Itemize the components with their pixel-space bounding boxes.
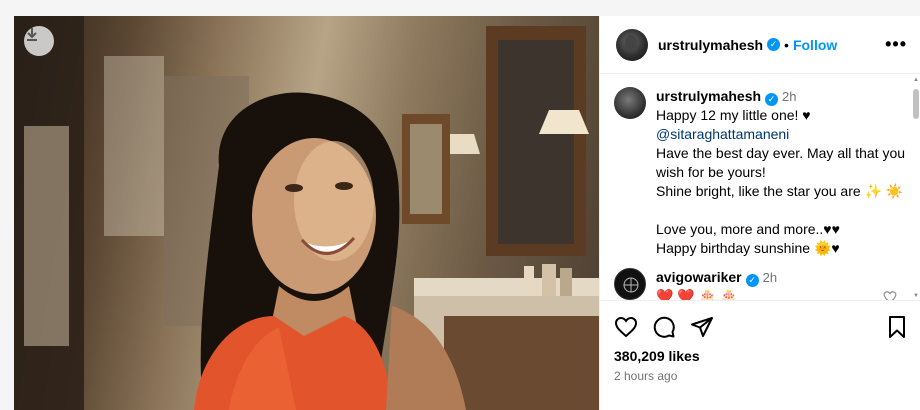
bookmark-icon[interactable] <box>885 315 909 339</box>
action-icons <box>614 315 714 339</box>
comment-icon[interactable] <box>652 315 676 339</box>
caption-line: Happy 12 my little one! ♥ <box>656 107 811 123</box>
post-photo[interactable] <box>14 16 599 410</box>
caption-line: Happy birthday sunshine 🌞♥ <box>656 240 840 256</box>
comment-username[interactable]: avigowariker <box>656 269 742 285</box>
caption-line: Shine bright, like the star you are ✨ ☀️ <box>656 183 904 199</box>
post-side-panel: urstrulymahesh ✓ • Follow ••• urstrulyma… <box>599 16 920 410</box>
heart-icon[interactable] <box>614 315 638 339</box>
caption-line: Have the best day ever. May all that you… <box>656 145 906 180</box>
scroll-down-icon[interactable]: ▼ <box>913 293 919 299</box>
post-header: urstrulymahesh ✓ • Follow ••• <box>600 16 920 74</box>
verified-badge-icon: ✓ <box>767 38 781 51</box>
verified-badge-icon: ✓ <box>765 93 779 106</box>
author-avatar[interactable] <box>616 28 648 61</box>
more-options-icon[interactable]: ••• <box>885 34 907 55</box>
avatar-logo-icon <box>623 277 639 293</box>
caption-time: 2h <box>782 89 797 104</box>
header-separator: • <box>784 36 789 53</box>
caption-body: urstrulymahesh ✓ 2h Happy 12 my little one… <box>656 87 906 258</box>
caption-avatar[interactable] <box>614 87 646 119</box>
caption-username[interactable]: urstrulymahesh <box>656 88 761 104</box>
photo-illustration <box>14 16 599 410</box>
follow-button[interactable]: Follow <box>793 37 837 53</box>
comment-item: avigowariker ✓ 2h ❤️ ❤️ 🎂 🎂 <box>614 268 906 300</box>
comment-time: 2h <box>762 270 778 285</box>
scroll-thumb[interactable] <box>913 89 919 119</box>
download-icon <box>27 28 37 41</box>
author-username[interactable]: urstrulymahesh <box>658 37 763 53</box>
comment-body: avigowariker ✓ 2h ❤️ ❤️ 🎂 🎂 <box>656 268 906 300</box>
caption-line: Love you, more and more..♥♥ <box>656 221 840 237</box>
comment-avatar[interactable] <box>614 268 646 300</box>
comments-list[interactable]: urstrulymahesh ✓ 2h Happy 12 my little one… <box>600 75 920 300</box>
post-timestamp: 2 hours ago <box>614 369 678 383</box>
download-button[interactable] <box>24 26 54 56</box>
comment-like-icon[interactable] <box>883 290 897 300</box>
post-actions: 380,209 likes 2 hours ago <box>600 300 920 410</box>
share-icon[interactable] <box>690 315 714 339</box>
caption-mention-link[interactable]: @sitaraghattamaneni <box>656 125 906 144</box>
scroll-up-icon[interactable]: ▲ <box>913 77 919 83</box>
comment-meta: avigowariker ✓ 2h <box>656 268 906 287</box>
comment-text: ❤️ ❤️ 🎂 🎂 <box>656 288 738 300</box>
verified-badge-icon: ✓ <box>745 274 759 287</box>
caption-item: urstrulymahesh ✓ 2h Happy 12 my little one… <box>614 87 906 258</box>
likes-count[interactable]: 380,209 likes <box>614 348 700 364</box>
caption-meta: urstrulymahesh ✓ 2h <box>656 87 906 106</box>
comments-scrollbar[interactable]: ▲ ▼ <box>913 77 919 299</box>
